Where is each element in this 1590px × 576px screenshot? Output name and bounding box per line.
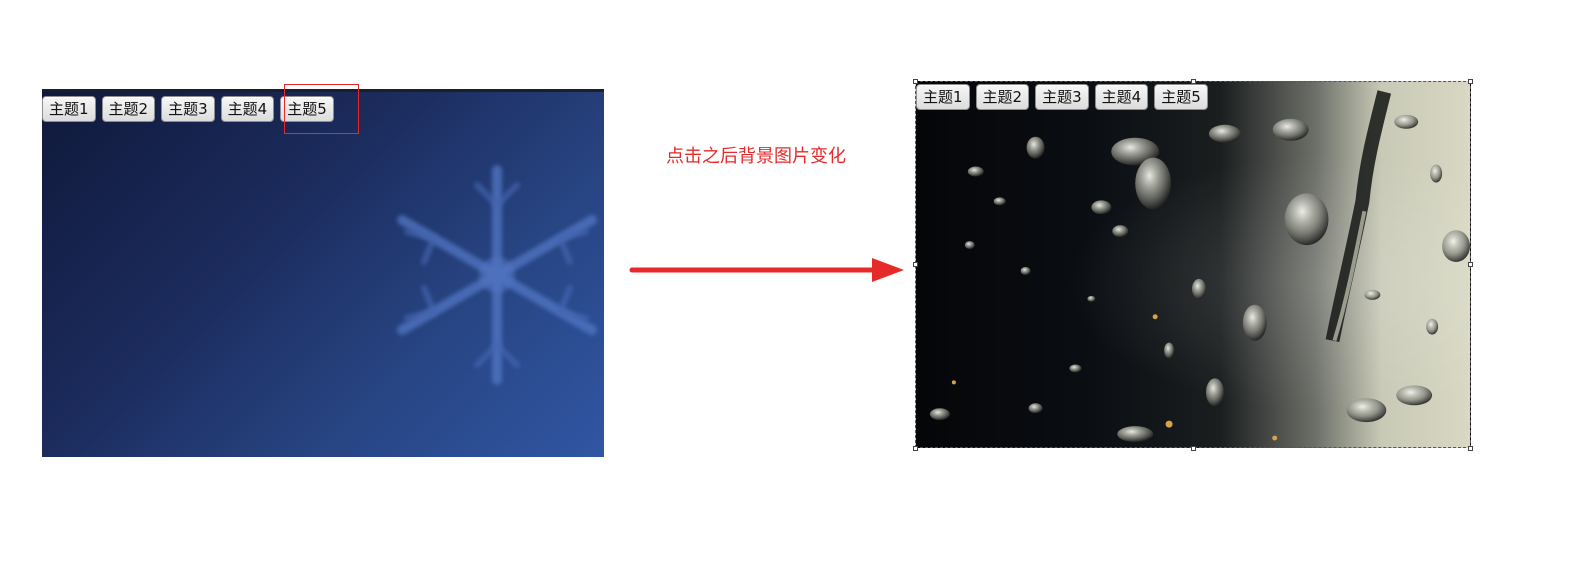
- theme-button-1-right[interactable]: 主题1: [916, 84, 970, 110]
- theme-button-1[interactable]: 主题1: [42, 96, 96, 122]
- right-arrow-icon: [629, 258, 904, 282]
- theme-button-3-right[interactable]: 主题3: [1035, 84, 1089, 110]
- selection-handle-top-center[interactable]: [1191, 79, 1196, 84]
- theme-button-4-right[interactable]: 主题4: [1094, 84, 1149, 110]
- selection-handle-bottom-center[interactable]: [1191, 446, 1196, 451]
- selected-button-highlight: [284, 84, 359, 134]
- canvas: 主题1 主题2 主题3 主题4 主题5 点击之后背景图片变化 主题1 主题2 主…: [0, 0, 1590, 576]
- selection-handle-bottom-right[interactable]: [1468, 446, 1473, 451]
- selection-handle-top-right[interactable]: [1468, 79, 1473, 84]
- snowflake-icon: [397, 165, 597, 385]
- change-caption: 点击之后背景图片变化: [666, 146, 846, 167]
- raindrops-background: [916, 82, 1470, 447]
- theme-button-3[interactable]: 主题3: [161, 96, 215, 122]
- theme-button-4[interactable]: 主题4: [220, 96, 275, 122]
- left-theme-preview: 主题1 主题2 主题3 主题4 主题5: [42, 89, 604, 457]
- theme-button-2-right[interactable]: 主题2: [975, 84, 1030, 110]
- right-theme-preview: 主题1 主题2 主题3 主题4 主题5: [915, 81, 1471, 448]
- selection-handle-middle-right[interactable]: [1468, 262, 1473, 267]
- theme-button-5-right[interactable]: 主题5: [1154, 84, 1208, 110]
- theme-button-2[interactable]: 主题2: [101, 96, 156, 122]
- selection-handle-bottom-left[interactable]: [913, 446, 918, 451]
- selection-handle-middle-left[interactable]: [913, 262, 918, 267]
- theme-bar-right: 主题1 主题2 主题3 主题4 主题5: [916, 84, 1208, 110]
- selection-handle-top-left[interactable]: [913, 79, 918, 84]
